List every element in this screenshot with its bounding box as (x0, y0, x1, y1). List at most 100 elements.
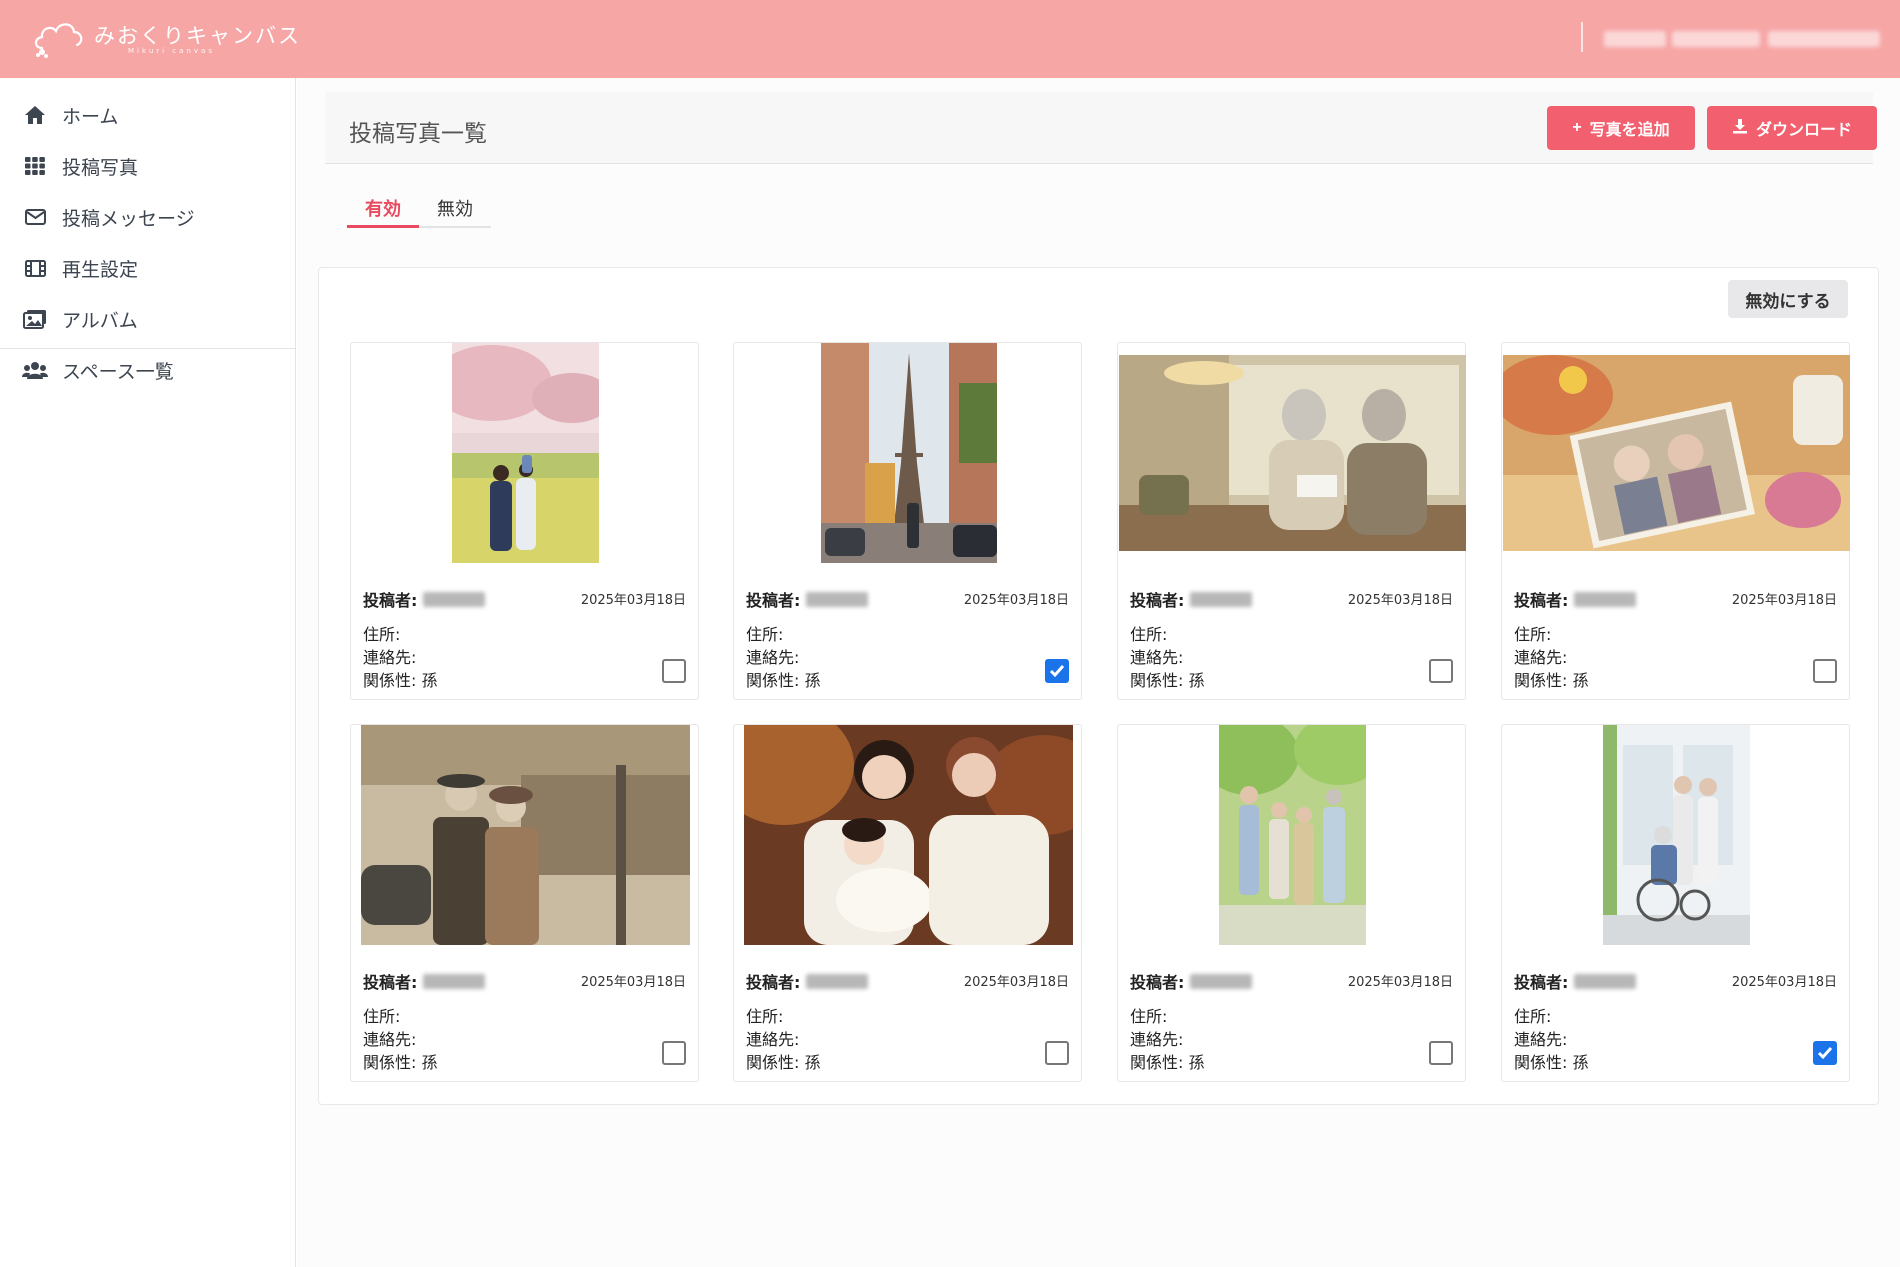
relation-field: 関係性: 孫 (1514, 1053, 1589, 1072)
download-icon (1732, 118, 1748, 139)
cloud-logo-icon (34, 23, 83, 58)
paris-eiffel-tower-photo[interactable] (734, 343, 1083, 563)
post-date: 2025年03月18日 (580, 593, 686, 608)
grandmother-baby-photo[interactable] (734, 725, 1083, 945)
tab-enabled[interactable]: 有効 (347, 190, 419, 228)
contact-field: 連絡先: (363, 648, 417, 667)
select-checkbox[interactable] (662, 1041, 686, 1065)
contact-field: 連絡先: (746, 1030, 800, 1049)
contact-field: 連絡先: (1514, 1030, 1568, 1049)
poster-name: 投稿者: (1130, 587, 1253, 611)
relation-field: 関係性: 孫 (746, 671, 821, 690)
post-date: 2025年03月18日 (1347, 975, 1453, 990)
poster-name: 投稿者: (363, 587, 486, 611)
relation-field: 関係性: 孫 (1130, 1053, 1205, 1072)
blurred-name (1190, 591, 1253, 607)
photo-card: 投稿者: 2025年03月18日 住所: 連絡先: 関係性: 孫 (733, 724, 1082, 1082)
poster-name: 投稿者: (1514, 969, 1637, 993)
contact-field: 連絡先: (1130, 648, 1184, 667)
users-icon (22, 359, 48, 381)
post-date: 2025年03月18日 (1731, 975, 1837, 990)
select-checkbox[interactable] (1813, 659, 1837, 683)
sidebar-item-label: 投稿写真 (62, 156, 139, 179)
add-photo-button[interactable]: + 写真を追加 (1547, 106, 1695, 150)
address-field: 住所: (1514, 625, 1552, 644)
poster-name: 投稿者: (1514, 587, 1637, 611)
photo-card: 投稿者: 2025年03月18日 住所: 連絡先: 関係性: 孫 (1501, 724, 1850, 1082)
address-field: 住所: (1514, 1007, 1552, 1026)
header-divider (1581, 22, 1583, 52)
home-icon (22, 104, 48, 126)
poster-name: 投稿者: (746, 587, 869, 611)
sidebar-item-messages[interactable]: 投稿メッセージ (22, 200, 195, 234)
checkmark-icon (1049, 665, 1065, 678)
photo-card: 投稿者: 2025年03月18日 住所: 連絡先: 関係性: 孫 (350, 342, 699, 700)
sidebar-item-playback-settings[interactable]: 再生設定 (22, 251, 138, 285)
address-field: 住所: (746, 625, 784, 644)
contact-field: 連絡先: (363, 1030, 417, 1049)
photo-card: 投稿者: 2025年03月18日 住所: 連絡先: 関係性: 孫 (1117, 724, 1466, 1082)
blurred-name (806, 973, 869, 989)
address-field: 住所: (746, 1007, 784, 1026)
sidebar-item-label: スペース一覧 (62, 360, 174, 383)
grid-icon (22, 155, 48, 177)
sidebar-item-photos[interactable]: 投稿写真 (22, 149, 138, 183)
sidebar: ホーム 投稿写真 投稿メッセージ 再生設定 アルバム スペース一覧 (0, 78, 296, 1267)
app-logo[interactable]: みおくりキャンバス Mikuri canvas (32, 14, 299, 60)
film-icon (22, 257, 48, 279)
plus-icon: + (1572, 119, 1582, 136)
select-checkbox[interactable] (1429, 659, 1453, 683)
post-date: 2025年03月18日 (963, 975, 1069, 990)
address-field: 住所: (1130, 1007, 1168, 1026)
user-info-blurred (1672, 31, 1760, 47)
poster-name: 投稿者: (746, 969, 869, 993)
sidebar-item-label: ホーム (62, 105, 119, 128)
sidebar-item-album[interactable]: アルバム (22, 302, 138, 336)
sidebar-item-label: 再生設定 (62, 258, 139, 281)
post-date: 2025年03月18日 (1347, 593, 1453, 608)
disable-button[interactable]: 無効にする (1728, 280, 1848, 318)
download-label: ダウンロード (1755, 122, 1852, 139)
download-button[interactable]: ダウンロード (1707, 106, 1877, 150)
select-checkbox[interactable] (1429, 1041, 1453, 1065)
main-content: 投稿写真一覧 + 写真を追加 ダウンロード 有効 無効 無効にする 投稿者: 2… (297, 78, 1900, 1267)
page-title: 投稿写真一覧 (349, 121, 487, 147)
select-checkbox[interactable] (1045, 1041, 1069, 1065)
framed-couple-portrait-photo[interactable] (1502, 343, 1851, 563)
top-header: みおくりキャンバス Mikuri canvas (0, 0, 1900, 78)
relation-field: 関係性: 孫 (1514, 671, 1589, 690)
blurred-name (1574, 973, 1637, 989)
checkmark-icon (1817, 1047, 1833, 1060)
page-header: 投稿写真一覧 + 写真を追加 ダウンロード (325, 92, 1877, 164)
address-field: 住所: (363, 1007, 401, 1026)
sidebar-item-spaces[interactable]: スペース一覧 (22, 353, 174, 387)
logo-text: みおくりキャンバス (94, 24, 301, 48)
sidebar-item-label: アルバム (62, 309, 138, 332)
photo-card: 投稿者: 2025年03月18日 住所: 連絡先: 関係性: 孫 (733, 342, 1082, 700)
logo-subtext: Mikuri canvas (128, 47, 215, 55)
status-tabs: 有効 無効 (347, 190, 491, 228)
elderly-couple-reading-photo[interactable] (1118, 343, 1467, 563)
select-checkbox[interactable] (1813, 1041, 1837, 1065)
relation-field: 関係性: 孫 (363, 671, 438, 690)
blurred-name (1574, 591, 1637, 607)
poster-name: 投稿者: (1130, 969, 1253, 993)
cherry-blossom-family-photo[interactable] (351, 343, 700, 563)
tab-disabled[interactable]: 無効 (419, 190, 491, 228)
relation-field: 関係性: 孫 (746, 1053, 821, 1072)
user-info-blurred (1604, 31, 1666, 47)
sidebar-item-home[interactable]: ホーム (22, 98, 118, 132)
vintage-couple-street-photo[interactable] (351, 725, 700, 945)
poster-name: 投稿者: (363, 969, 486, 993)
photo-card: 投稿者: 2025年03月18日 住所: 連絡先: 関係性: 孫 (1117, 342, 1466, 700)
blurred-name (806, 591, 869, 607)
user-info-blurred[interactable] (1768, 31, 1880, 47)
photo-panel: 無効にする 投稿者: 2025年03月18日 住所: 連絡先: 関係性: 孫 投… (318, 267, 1879, 1105)
select-checkbox[interactable] (662, 659, 686, 683)
select-checkbox[interactable] (1045, 659, 1069, 683)
blurred-name (423, 591, 486, 607)
blurred-name (423, 973, 486, 989)
family-group-garden-photo[interactable] (1118, 725, 1467, 945)
relation-field: 関係性: 孫 (1130, 671, 1205, 690)
wheelchair-family-photo[interactable] (1502, 725, 1851, 945)
